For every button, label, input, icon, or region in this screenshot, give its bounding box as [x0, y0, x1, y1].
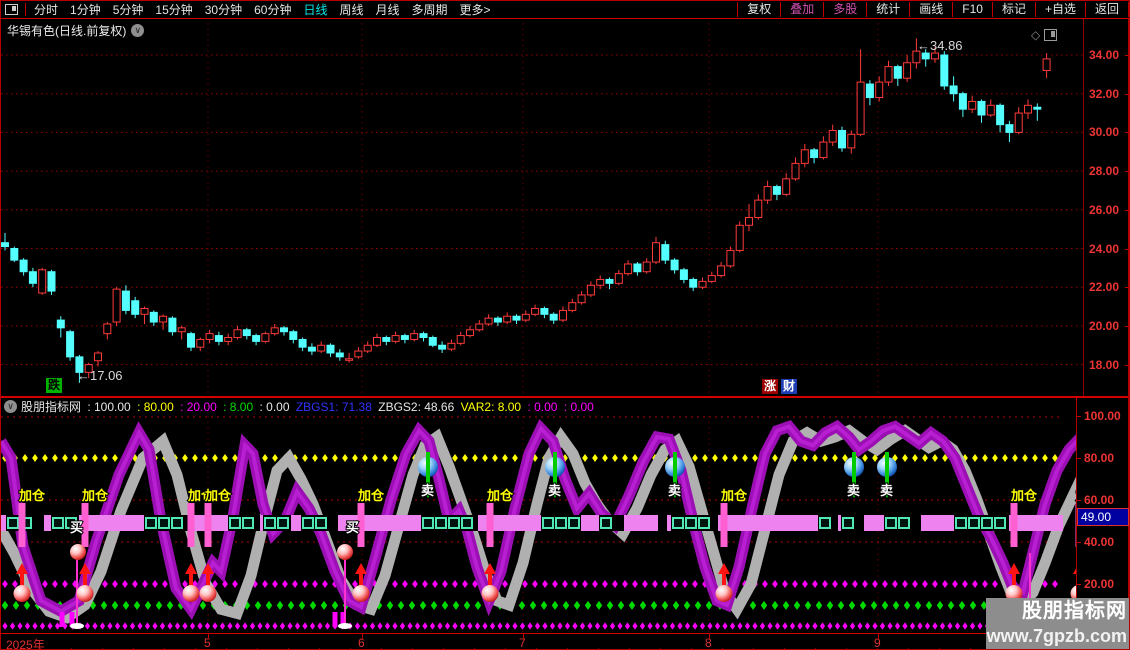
window-icon[interactable]	[5, 4, 18, 15]
signal-band	[1, 515, 1063, 531]
diamond-icon[interactable]: ◇	[1031, 28, 1040, 42]
menu-item-period-0[interactable]: 分时	[28, 1, 64, 18]
indicator-tick-label: 60.00	[1084, 493, 1115, 507]
sell-label: 卖	[847, 483, 860, 498]
marker-badge: 跌	[46, 378, 63, 393]
chevron-down-icon[interactable]: ∨	[131, 24, 145, 37]
chevron-down-icon[interactable]: ∨	[4, 400, 17, 413]
high-annotation: ←34.86	[917, 38, 963, 53]
main-gridlines	[1, 23, 1083, 396]
status-value: : 20.00	[180, 400, 221, 414]
status-value: : 0.00	[259, 400, 293, 414]
status-value: : 100.00	[87, 400, 135, 414]
month-tick	[362, 634, 363, 639]
main-axis-separator	[1083, 19, 1084, 396]
price-tick-label: 32.00	[1089, 86, 1120, 101]
price-tick-label: 34.00	[1089, 48, 1120, 62]
indicator-tick-label: 80.00	[1084, 451, 1115, 465]
price-tick-label: 24.00	[1089, 241, 1120, 256]
marker-badge: 涨	[762, 379, 779, 394]
window-restore-icon[interactable]	[1044, 29, 1058, 41]
add-position-label: 加仓	[204, 488, 232, 503]
price-tick-label: 26.00	[1089, 202, 1120, 217]
menubar: 分时 1分钟 5分钟 15分钟 30分钟 60分钟 日线 周线 月线 多周期 更多> 复权 叠加 多股统…	[1, 1, 1129, 19]
tools-menu: 复权 叠加 多股 统计 画线 F10 标记 +自选 返回	[737, 1, 1129, 18]
indicator-status-line: ∨ 股朋指标网 : 100.00 : 80.00 : 20.00 : 8.00 …	[1, 398, 1076, 415]
chart-corner-icons: ◇	[1031, 28, 1058, 42]
status-value: : 80.00	[137, 400, 178, 414]
month-tick	[709, 634, 710, 639]
price-tick-label: 22.00	[1089, 280, 1120, 295]
price-tick-label: 18.00	[1089, 357, 1120, 372]
price-tick-label: 30.00	[1089, 125, 1120, 140]
menu-separator	[25, 3, 26, 16]
menu-item-tool-5[interactable]: F10	[952, 2, 992, 17]
price-tick-label: 28.00	[1089, 164, 1120, 179]
menu-item-period-6[interactable]: 日线	[297, 1, 333, 18]
sell-label: 卖	[421, 483, 434, 498]
price-axis: 34.00 32.00 30.00 28.00 26.00 24.00 22.00 20.00…	[1083, 19, 1129, 396]
indicator-values: 股朋指标网 : 100.00 : 80.00 : 20.00 : 8.00 : …	[21, 398, 597, 415]
menu-item-tool-2[interactable]: 多股	[823, 2, 866, 17]
status-value: 股朋指标网	[21, 400, 85, 414]
menu-item-tool-3[interactable]: 统计	[866, 2, 909, 17]
menu-item-tool-8[interactable]: 返回	[1084, 2, 1129, 17]
indicator-panel-chart: 加仓加仓加仓加仓加仓加仓加仓加仓加仓买买卖卖卖卖卖	[1, 416, 1076, 633]
watermark: 股朋指标网 www.7gpzb.com	[986, 598, 1129, 649]
menu-item-period-3[interactable]: 15分钟	[149, 1, 198, 18]
marker-badge: 财	[781, 379, 798, 394]
indicator-tick-label: 100.00	[1084, 409, 1121, 423]
status-value: : 0.00	[563, 400, 594, 414]
add-position-label: 加仓	[81, 488, 109, 503]
add-position-label: 加仓	[18, 488, 46, 503]
main-candlestick-chart	[1, 23, 1083, 396]
status-value: ZBGS1: 71.38	[295, 400, 376, 414]
watermark-site-name: 股朋指标网	[1022, 600, 1127, 622]
menu-item-period-1[interactable]: 1分钟	[64, 1, 107, 18]
status-value: VAR2: 8.00	[460, 400, 525, 414]
menu-item-tool-6[interactable]: 标记	[991, 2, 1035, 17]
period-menu: 分时 1分钟 5分钟 15分钟 30分钟 60分钟 日线 周线 月线 多周期 更多>	[28, 1, 497, 18]
time-tick-label: 2025年	[6, 638, 45, 650]
buy-label: 买	[346, 520, 359, 535]
low-annotation: ←17.06	[77, 368, 123, 383]
status-value: : 0.00	[527, 400, 561, 414]
menu-item-period-8[interactable]: 月线	[370, 1, 406, 18]
add-position-label: 加仓	[720, 488, 748, 503]
menu-item-tool-4[interactable]: 画线	[909, 2, 952, 17]
sell-label: 卖	[668, 483, 681, 498]
menu-item-period-10[interactable]: 更多>	[454, 1, 497, 18]
buy-label: 买	[70, 520, 83, 535]
status-value: : 8.00	[223, 400, 257, 414]
add-position-label: 加仓	[1010, 488, 1038, 503]
menu-item-tool-7[interactable]: +自选	[1034, 2, 1085, 17]
indicator-tick-label: 20.00	[1084, 577, 1115, 591]
sell-label: 卖	[880, 483, 893, 498]
month-tick	[208, 634, 209, 639]
menu-item-tool-1[interactable]: 叠加	[780, 2, 823, 17]
right-border	[1128, 19, 1129, 649]
menu-item-tool-0[interactable]: 复权	[737, 2, 780, 17]
menu-item-period-2[interactable]: 5分钟	[107, 1, 150, 18]
chart-title-row: 华锡有色(日线.前复权) ∨	[7, 22, 145, 39]
menu-item-period-7[interactable]: 周线	[333, 1, 369, 18]
month-tick	[523, 634, 524, 639]
menu-item-period-4[interactable]: 30分钟	[199, 1, 248, 18]
chart-title: 华锡有色(日线.前复权)	[7, 24, 127, 38]
time-axis: 2025年 5 6 7 8 9	[1, 633, 1129, 650]
current-value-box: 49.00	[1077, 508, 1129, 526]
menu-item-period-9[interactable]: 多周期	[406, 1, 454, 18]
indicator-tick-label: 40.00	[1084, 535, 1115, 549]
month-tick	[878, 634, 879, 639]
candles	[1, 38, 1051, 383]
add-position-label: 加仓	[357, 488, 385, 503]
watermark-url: www.7gpzb.com	[986, 626, 1127, 646]
status-value: ZBGS2: 48.66	[378, 400, 458, 414]
add-position-label: 加仓	[486, 488, 514, 503]
price-tick-label: 20.00	[1089, 318, 1120, 333]
sell-label: 卖	[548, 483, 561, 498]
menu-item-period-5[interactable]: 60分钟	[248, 1, 297, 18]
trading-app-window: 分时 1分钟 5分钟 15分钟 30分钟 60分钟 日线 周线 月线 多周期 更多> 复权 叠加 多股统…	[0, 0, 1130, 650]
